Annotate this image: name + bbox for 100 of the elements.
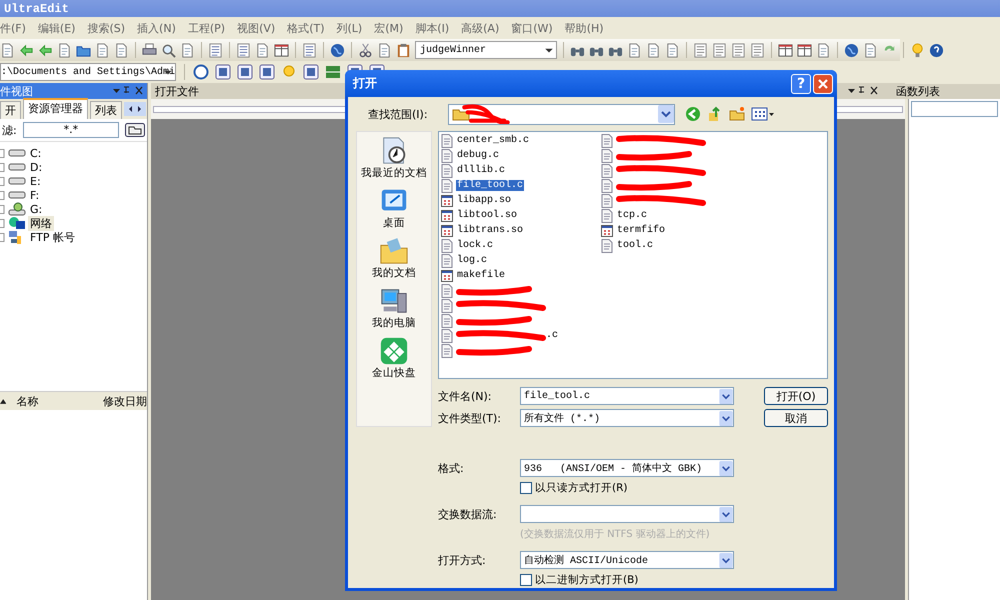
file-name[interactable]: dlllib.c [456, 165, 506, 176]
lines-icon[interactable] [208, 42, 223, 58]
file-type-combo[interactable]: 所有文件 (*.*) [520, 409, 734, 427]
open-mode-combo[interactable]: 自动检测 ASCII/Unicode [520, 551, 734, 569]
globe-icon[interactable] [844, 42, 859, 58]
menu-item[interactable]: 列(L) [336, 20, 362, 36]
checkbox[interactable] [520, 482, 532, 494]
menu-item[interactable]: 视图(V) [237, 20, 276, 36]
stream-combo[interactable] [520, 505, 734, 523]
table-icon[interactable] [274, 42, 289, 58]
lightbulb-icon[interactable] [910, 42, 925, 58]
place-label[interactable]: 金山快盘 [372, 366, 416, 380]
arrow-icon[interactable] [38, 42, 53, 58]
menu-item[interactable]: 搜索(S) [87, 20, 126, 36]
panel-tab[interactable]: 开 [0, 101, 21, 119]
file-name[interactable]: log.c [456, 255, 488, 266]
file-name[interactable]: makefile [456, 270, 506, 281]
arrow-icon[interactable] [19, 42, 34, 58]
checkbox-label[interactable]: 以只读方式打开(R) [535, 481, 628, 495]
globe-icon[interactable] [330, 42, 345, 58]
tree-item[interactable]: G: [28, 202, 44, 216]
help-button[interactable]: ? [791, 74, 811, 94]
text-file-icon [441, 298, 453, 312]
function-filter-field[interactable] [911, 101, 998, 117]
back-icon[interactable] [685, 106, 701, 122]
view-menu-icon[interactable] [751, 106, 775, 122]
tree-item[interactable]: E: [28, 174, 43, 188]
checkbox[interactable] [520, 574, 532, 586]
function-combo[interactable]: judgeWinner [415, 41, 557, 59]
file-name[interactable]: .c [545, 330, 560, 341]
help-icon[interactable] [929, 42, 944, 58]
scissors-icon[interactable] [358, 42, 373, 58]
format-combo[interactable]: 936 (ANSI/OEM - 简体中文 GBK) [520, 459, 734, 477]
clipboard-icon[interactable] [396, 42, 411, 58]
file-name[interactable]: tcp.c [616, 210, 648, 221]
file-name[interactable]: center_smb.c [456, 135, 530, 146]
lines-icon[interactable] [750, 42, 765, 58]
table-icon[interactable] [797, 42, 812, 58]
place-label[interactable]: 我的文档 [372, 266, 416, 280]
tree-item[interactable]: 网络 [28, 216, 54, 230]
caret-icon [719, 552, 733, 568]
menu-item[interactable]: 工程(P) [188, 20, 226, 36]
checkbox-label[interactable]: 以二进制方式打开(B) [535, 573, 638, 587]
globe-icon[interactable] [193, 64, 209, 80]
menu-item[interactable]: 窗口(W) [511, 20, 553, 36]
close-button[interactable] [813, 74, 833, 94]
file-name[interactable]: tool.c [616, 240, 654, 251]
file-name[interactable]: libtrans.so [456, 225, 524, 236]
lines-icon[interactable] [302, 42, 317, 58]
place-label[interactable]: 我的电脑 [372, 316, 416, 330]
file-name[interactable]: termfifo [616, 225, 666, 236]
menu-item[interactable]: 件(F) [0, 20, 26, 36]
menu-item[interactable]: 格式(T) [287, 20, 324, 36]
file-name[interactable]: libapp.so [456, 195, 512, 206]
printer-icon[interactable] [142, 42, 157, 58]
look-in-combo[interactable] [448, 104, 675, 124]
menu-item[interactable]: 插入(N) [137, 20, 176, 36]
lines-icon[interactable] [731, 42, 746, 58]
tree-item[interactable]: D: [28, 160, 44, 174]
search-icon[interactable] [161, 42, 176, 58]
panel-controls-icon[interactable] [848, 86, 878, 96]
column-header[interactable]: 名称 [10, 394, 99, 408]
column-header[interactable]: 修改日期 [103, 394, 147, 408]
file-name[interactable]: lock.c [456, 240, 494, 251]
place-label[interactable]: 我最近的文档 [361, 166, 427, 180]
filter-field[interactable]: *.* [22, 122, 119, 138]
lines-icon[interactable] [693, 42, 708, 58]
file-name[interactable]: file_tool.c [456, 180, 524, 191]
lines-icon[interactable] [236, 42, 251, 58]
table-icon[interactable] [778, 42, 793, 58]
file-name[interactable]: debug.c [456, 150, 500, 161]
menu-item[interactable]: 脚本(I) [415, 20, 450, 36]
window-file-icon [441, 194, 453, 208]
new-folder-icon[interactable] [729, 106, 745, 122]
menu-item[interactable]: 宏(M) [374, 20, 404, 36]
open-button[interactable]: 打开(O) [764, 387, 828, 405]
place-label[interactable]: 桌面 [383, 216, 405, 230]
tree-item[interactable]: F: [28, 188, 42, 202]
lines-icon[interactable] [712, 42, 727, 58]
folder-button[interactable] [125, 123, 145, 137]
field-label: 格式: [438, 460, 465, 476]
text-file-icon [441, 164, 453, 178]
tree-item[interactable]: C: [28, 146, 44, 160]
tab-scroll-icon[interactable] [124, 102, 146, 116]
dropdown-button[interactable] [658, 105, 674, 123]
folder-icon[interactable] [379, 236, 409, 266]
menu-item[interactable]: 帮助(H) [564, 20, 604, 36]
menu-item[interactable]: 编辑(E) [38, 20, 76, 36]
text-file-icon [441, 328, 453, 342]
file-name-combo[interactable]: file_tool.c [520, 387, 734, 405]
path-combo[interactable]: :\Documents and Settings\Admi [0, 63, 176, 81]
globe-icon [8, 216, 26, 230]
menu-item[interactable]: 高级(A) [461, 20, 500, 36]
cancel-button[interactable]: 取消 [764, 409, 828, 427]
text-file-icon [441, 254, 453, 268]
table-icon[interactable] [325, 64, 341, 80]
panel-tab[interactable]: 资源管理器 [23, 98, 88, 119]
tree-item[interactable]: FTP 帐号 [28, 230, 77, 244]
file-name[interactable]: libtool.so [456, 210, 518, 221]
panel-tab[interactable]: 列表 [90, 101, 122, 119]
